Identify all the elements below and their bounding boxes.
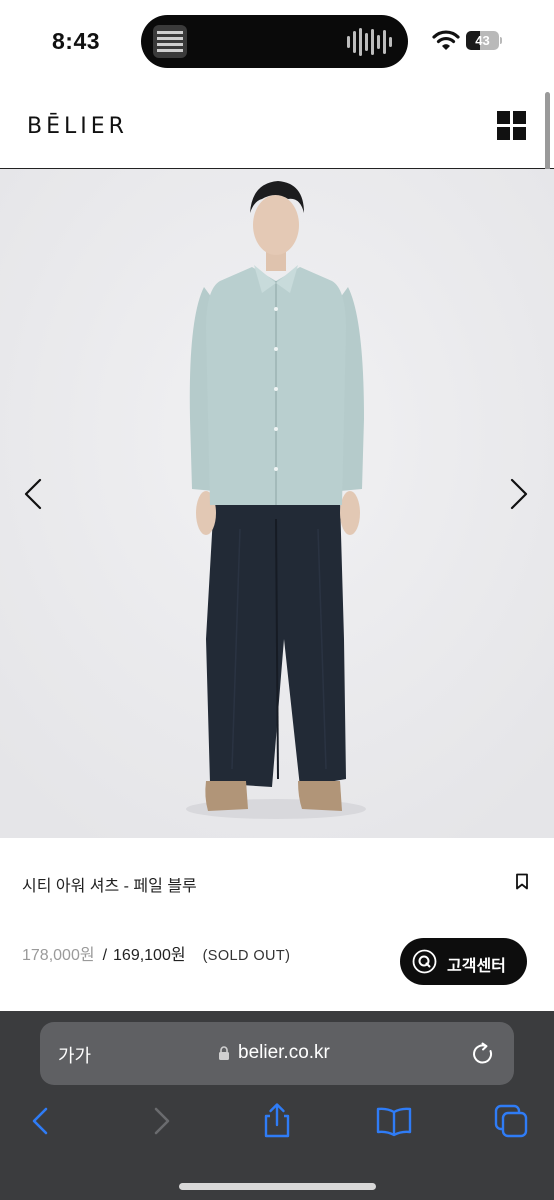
browser-toolbar: 가가 belier.co.kr xyxy=(0,1011,554,1200)
site-header: BĒLIER xyxy=(0,84,554,169)
album-art-icon xyxy=(153,25,187,58)
home-indicator[interactable] xyxy=(179,1183,376,1190)
status-bar: 8:43 43 xyxy=(0,0,554,84)
customer-service-label: 고객센터 xyxy=(447,958,506,975)
waveform-icon xyxy=(347,27,392,57)
lock-icon xyxy=(219,1046,229,1060)
wifi-icon xyxy=(432,30,460,50)
chevron-left-icon[interactable] xyxy=(14,474,54,514)
battery-icon: 43 xyxy=(466,31,502,50)
sale-price: 169,100원 xyxy=(113,947,186,964)
bookmarks-icon[interactable] xyxy=(374,1101,414,1141)
forward-icon[interactable] xyxy=(141,1101,181,1141)
address-bar[interactable]: 가가 belier.co.kr xyxy=(40,1022,514,1085)
original-price: 178,000원 xyxy=(22,947,95,964)
bookmark-icon[interactable] xyxy=(515,873,529,890)
product-title: 시티 아워 셔츠 - 페일 블루 xyxy=(22,878,197,895)
model-photo xyxy=(0,169,554,838)
stock-status: (SOLD OUT) xyxy=(202,948,291,964)
product-image[interactable] xyxy=(0,169,554,838)
url-text[interactable]: belier.co.kr xyxy=(238,1042,330,1064)
customer-service-button[interactable]: 고객센터 xyxy=(400,938,527,985)
share-icon[interactable] xyxy=(257,1101,297,1141)
price-separator: / xyxy=(102,947,108,964)
back-icon[interactable] xyxy=(21,1101,61,1141)
grid-menu-icon[interactable] xyxy=(497,111,526,140)
status-time: 8:43 xyxy=(52,28,101,54)
chevron-right-icon[interactable] xyxy=(500,474,540,514)
battery-percent: 43 xyxy=(475,33,490,48)
brand-logo[interactable]: BĒLIER xyxy=(27,114,128,139)
dynamic-island[interactable] xyxy=(141,15,408,68)
tabs-icon[interactable] xyxy=(491,1101,531,1141)
reload-icon[interactable] xyxy=(470,1041,496,1067)
price-line: 178,000원 / 169,100원 (SOLD OUT) xyxy=(22,941,290,965)
q-chat-icon xyxy=(412,949,437,974)
page-settings-button[interactable]: 가가 xyxy=(58,1042,91,1068)
